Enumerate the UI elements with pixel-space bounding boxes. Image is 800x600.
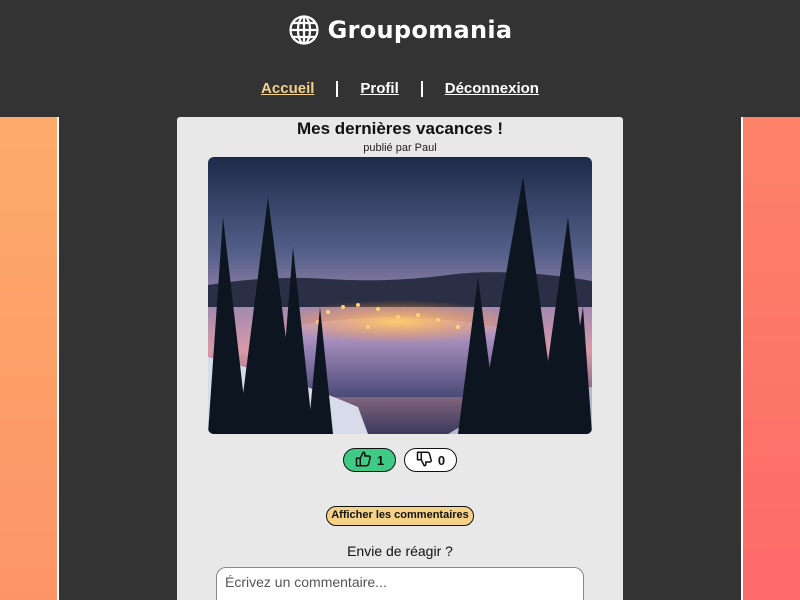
nav-link-profil[interactable]: Profil: [360, 80, 398, 97]
dislike-count: 0: [437, 452, 446, 468]
like-count: 1: [376, 452, 385, 468]
right-gradient-panel: [743, 117, 800, 600]
thumbs-down-icon: [416, 450, 434, 471]
nav-link-accueil[interactable]: Accueil: [261, 80, 314, 97]
post-title: Mes dernières vacances !: [296, 119, 503, 138]
brand-name: Groupomania: [327, 16, 513, 44]
brand[interactable]: Groupomania: [0, 14, 800, 46]
dislike-button[interactable]: 0: [404, 448, 457, 472]
globe-icon: [288, 14, 320, 46]
react-prompt: Envie de réagir ?: [347, 543, 453, 559]
comment-input[interactable]: [216, 567, 584, 600]
left-divider: [57, 117, 59, 600]
post-image[interactable]: [208, 157, 592, 434]
left-gradient-panel: [0, 117, 58, 600]
show-comments-button[interactable]: Afficher les commentaires: [326, 506, 474, 526]
thumbs-up-icon: [355, 450, 373, 471]
nav-link-deconnexion[interactable]: Déconnexion: [445, 80, 539, 97]
nav-separator: [336, 80, 339, 97]
nav-separator: [420, 80, 423, 97]
main-nav: Accueil Profil Déconnexion: [0, 80, 800, 97]
post-card: Mes dernières vacances ! publié par Paul: [177, 117, 623, 600]
like-button[interactable]: 1: [343, 448, 396, 472]
reactions: 1 0: [177, 448, 623, 472]
site-header: Groupomania Accueil Profil Déconnexion: [0, 0, 800, 117]
post-author: publié par Paul: [363, 142, 437, 154]
